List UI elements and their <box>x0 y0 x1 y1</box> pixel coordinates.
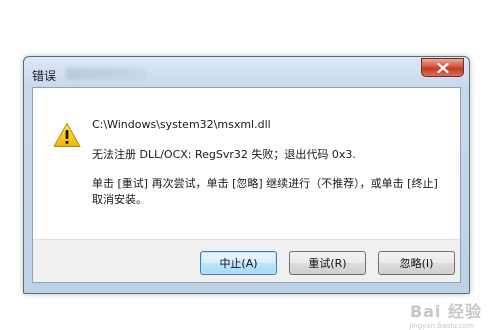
watermark-url: jingyan.baidu.com <box>409 322 474 330</box>
dialog-body: C:\Windows\system32\msxml.dll 无法注册 DLL/O… <box>32 87 461 283</box>
close-icon <box>436 62 449 73</box>
retry-button[interactable]: 重试(R) <box>289 251 366 275</box>
warning-icon <box>53 123 81 147</box>
error-description: 无法注册 DLL/OCX: RegSvr32 失败；退出代码 0x3. <box>92 148 356 161</box>
ignore-button[interactable]: 忽略(I) <box>378 251 455 275</box>
instruction-text: 单击 [重试] 再次尝试，单击 [忽略] 继续进行（不推荐），或单击 [终止] … <box>92 177 438 206</box>
dll-path: C:\Windows\system32\msxml.dll <box>92 118 271 131</box>
abort-button[interactable]: 中止(A) <box>200 251 277 275</box>
message-text: C:\Windows\system32\msxml.dll 无法注册 DLL/O… <box>92 117 452 208</box>
watermark-logo: Bai 经验 <box>409 302 482 321</box>
close-button[interactable] <box>421 58 464 77</box>
title-bar[interactable]: 错误 <box>24 57 469 87</box>
button-bar: 中止(A) 重试(R) 忽略(I) <box>33 239 460 282</box>
dialog-title: 错误 <box>32 69 57 83</box>
message-area: C:\Windows\system32\msxml.dll 无法注册 DLL/O… <box>33 88 460 239</box>
blurred-title-region <box>66 68 146 80</box>
error-dialog: 错误 C:\Windows\system32\msxml.dll 无法注册 DL… <box>23 56 470 294</box>
